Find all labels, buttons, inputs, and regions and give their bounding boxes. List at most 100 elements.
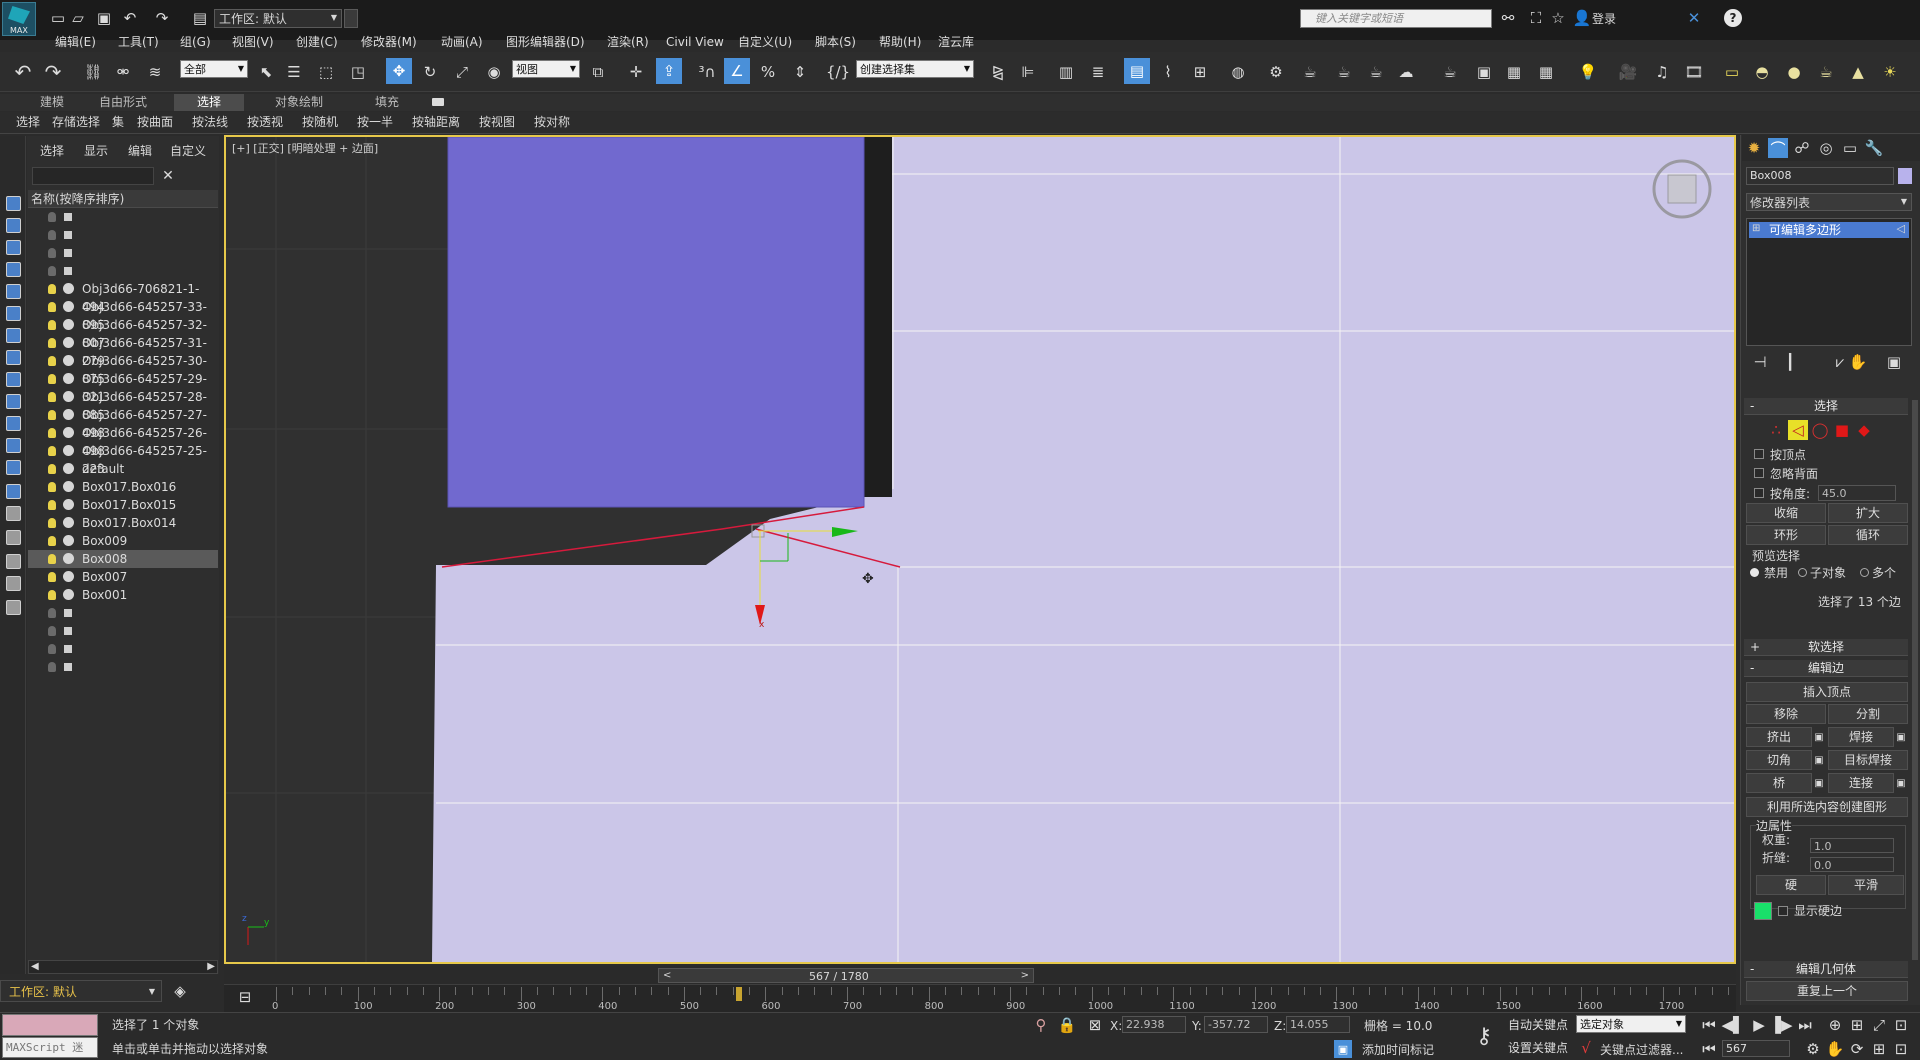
percent-snap-icon[interactable]: %: [758, 62, 778, 82]
hard-button[interactable]: 硬: [1756, 875, 1826, 895]
subtab-sets[interactable]: 集: [112, 116, 124, 128]
vertex-mode-icon[interactable]: ∴: [1766, 420, 1786, 440]
light-bulb-icon[interactable]: [48, 356, 56, 366]
zoom-icon[interactable]: ⊞: [1870, 1040, 1888, 1058]
workspace-dropdown[interactable]: 工作区: 默认 ▼: [214, 9, 342, 28]
explorer-tab-edit[interactable]: 编辑: [128, 145, 152, 157]
make-unique-icon[interactable]: ⩗: [1832, 353, 1848, 371]
cone-icon[interactable]: ▲: [1848, 62, 1868, 82]
named-selection-dropdown[interactable]: 创建选择集 ▼: [856, 60, 974, 78]
ribbon-tab-selection[interactable]: 选择: [174, 94, 244, 111]
help-icon[interactable]: ?: [1724, 9, 1742, 27]
next-frame-icon[interactable]: >: [1021, 971, 1029, 981]
helper-icon[interactable]: [6, 328, 21, 343]
rollout-selection[interactable]: - 选择: [1744, 398, 1908, 415]
film-icon[interactable]: 🎞: [1684, 62, 1704, 82]
filter-icon[interactable]: [6, 530, 21, 545]
key-mode-dropdown[interactable]: 选定对象 ▼: [1576, 1015, 1686, 1033]
modifier-list-dropdown[interactable]: 修改器列表 ▼: [1746, 193, 1912, 211]
user-icon[interactable]: 👤: [1573, 9, 1592, 27]
light-bulb-icon[interactable]: [48, 626, 56, 636]
list-item[interactable]: [28, 262, 218, 280]
link-icon[interactable]: ⛓: [82, 62, 104, 82]
isolate-icon[interactable]: ⚲: [1032, 1016, 1050, 1034]
set-key-icon[interactable]: ⚷: [1470, 1022, 1498, 1050]
list-item[interactable]: Obj3d66-645257-32-807: [28, 316, 218, 350]
light-bulb-icon[interactable]: [48, 482, 56, 492]
toggle-ribbon-icon[interactable]: ▤: [1124, 58, 1150, 84]
list-item[interactable]: Box008: [28, 550, 218, 568]
subtab-by-perspective[interactable]: 按透视: [247, 116, 283, 128]
field-of-view-icon[interactable]: ⊡: [1892, 1016, 1910, 1034]
hard-edge-color-swatch[interactable]: [1754, 902, 1772, 920]
explorer-hscroll[interactable]: ◀ ▶: [28, 960, 218, 974]
subtab-by-normal[interactable]: 按法线: [192, 116, 228, 128]
goto-start-icon[interactable]: ⏮: [1700, 1016, 1718, 1034]
selection-filter-dropdown[interactable]: 全部 ▼: [180, 60, 248, 78]
key-filters-label[interactable]: 关键点过滤器...: [1600, 1044, 1683, 1056]
lock-icon[interactable]: 🔒: [1058, 1016, 1077, 1034]
menu-create[interactable]: 创建(C): [296, 34, 338, 50]
ribbon-tab-modeling[interactable]: 建模: [24, 94, 80, 111]
time-config-icon[interactable]: ⚙: [1804, 1040, 1822, 1058]
explorer-column-header[interactable]: 名称(按降序排序): [28, 190, 218, 208]
list-item[interactable]: [28, 244, 218, 262]
bridge-button[interactable]: 桥: [1746, 773, 1812, 793]
create-icon[interactable]: [6, 196, 21, 211]
move-icon[interactable]: ✥: [386, 58, 412, 84]
shrink-button[interactable]: 收缩: [1746, 503, 1826, 523]
play-icon[interactable]: ▶: [1750, 1016, 1768, 1034]
modifier-stack[interactable]: ⊞ 可编辑多边形 ◁: [1746, 218, 1912, 346]
stack-item-editable-poly[interactable]: ⊞ 可编辑多边形 ◁: [1749, 222, 1909, 238]
insert-vertex-button[interactable]: 插入顶点: [1746, 682, 1908, 702]
system-icon[interactable]: [6, 372, 21, 387]
snap-toggle-icon[interactable]: ³∩: [696, 62, 718, 82]
viewport-label[interactable]: [+] [正交] [明暗处理 + 边面]: [232, 143, 378, 154]
repeat-last-button[interactable]: 重复上一个: [1746, 981, 1908, 1001]
schematic-view-icon[interactable]: ⊞: [1190, 62, 1210, 82]
key-mode-icon[interactable]: ⊟: [234, 988, 256, 1006]
element-mode-icon[interactable]: ◆: [1854, 420, 1874, 440]
light-bulb-icon[interactable]: [48, 608, 56, 618]
rectangular-selection-icon[interactable]: ⬚: [316, 62, 336, 82]
app-logo[interactable]: MAX: [2, 2, 36, 36]
align-icon[interactable]: ⊫: [1018, 62, 1038, 82]
shape-icon[interactable]: [6, 394, 21, 409]
teapot-object-icon[interactable]: ☕: [1816, 62, 1836, 82]
redo-icon[interactable]: ↷: [154, 9, 170, 27]
explorer-tab-select[interactable]: 选择: [40, 145, 64, 157]
sound-icon[interactable]: ♫: [1652, 62, 1672, 82]
by-vertex-checkbox[interactable]: [1754, 449, 1764, 459]
preview-radio-disabled[interactable]: [1750, 568, 1759, 577]
subtab-by-random[interactable]: 按随机: [302, 116, 338, 128]
edit-named-sets-icon[interactable]: {/}: [826, 62, 850, 82]
hemisphere-icon[interactable]: ◓: [1752, 62, 1772, 82]
select-icon[interactable]: [6, 240, 21, 255]
list-icon[interactable]: [6, 576, 21, 591]
stack-expand-icon[interactable]: ⊞: [1752, 224, 1760, 234]
login-link[interactable]: 登录: [1592, 13, 1616, 25]
list-item[interactable]: [28, 208, 218, 226]
subtab-by-half[interactable]: 按一半: [357, 116, 393, 128]
list-item[interactable]: Obj3d66-645257-31-279: [28, 334, 218, 368]
configure-sets-icon[interactable]: ▣: [1886, 353, 1902, 371]
sun-icon[interactable]: ☀: [1880, 62, 1900, 82]
explorer-tab-customize[interactable]: 自定义: [170, 145, 206, 157]
border-mode-icon[interactable]: ◯: [1810, 420, 1830, 440]
x-coord-field[interactable]: 22.938: [1122, 1016, 1186, 1033]
extrude-settings-icon[interactable]: ▣: [1812, 729, 1826, 745]
connect-button[interactable]: 连接: [1828, 773, 1894, 793]
layer-icon[interactable]: [6, 306, 21, 321]
search-input[interactable]: 键入关键字或短语: [1315, 13, 1403, 24]
light-bulb-icon[interactable]: [48, 212, 56, 222]
rendered-frame-icon[interactable]: ☕: [1300, 62, 1320, 82]
reference-coord-dropdown[interactable]: 视图 ▼: [512, 60, 580, 78]
geometry-icon[interactable]: [6, 416, 21, 431]
extrude-button[interactable]: 挤出: [1746, 727, 1812, 747]
hierarchy-icon[interactable]: [6, 262, 21, 277]
min-max-toggle-icon[interactable]: ⊡: [1892, 1040, 1910, 1058]
subtab-stored-selection[interactable]: 存储选择: [52, 116, 100, 128]
subtab-by-pivot-distance[interactable]: 按轴距离: [412, 116, 460, 128]
window-crossing-icon[interactable]: ◳: [348, 62, 368, 82]
layers-icon[interactable]: ◈: [170, 981, 190, 1001]
